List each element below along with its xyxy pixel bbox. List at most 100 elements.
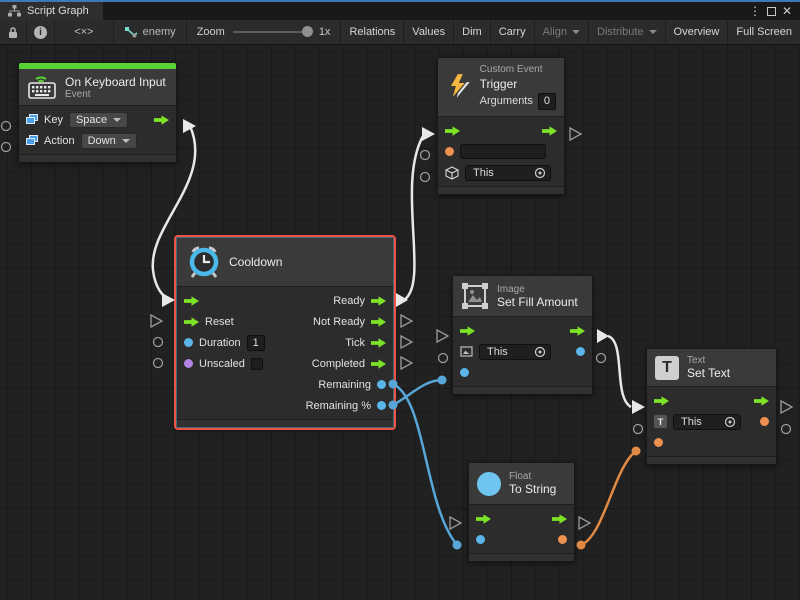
zoom-slider[interactable] <box>233 31 311 33</box>
control-input-port[interactable] <box>460 326 475 336</box>
graph-canvas[interactable]: On Keyboard Input Event Key Space <box>0 45 800 600</box>
close-icon[interactable]: ✕ <box>782 5 792 17</box>
wire-endpoint <box>453 541 462 550</box>
target-picker-icon[interactable] <box>534 167 546 179</box>
node-title: Cooldown <box>229 255 282 269</box>
values-button[interactable]: Values <box>404 20 454 44</box>
node-custom-event-trigger[interactable]: Custom Event Trigger Arguments 0 <box>437 57 565 195</box>
wire-float-to-text[interactable] <box>581 451 636 545</box>
remaining-pct-output-port[interactable] <box>377 401 386 410</box>
target-row: This <box>438 162 564 183</box>
text-value-input-port[interactable] <box>654 438 663 447</box>
port-label: Action <box>44 135 75 147</box>
wire-image-to-text[interactable] <box>608 336 631 407</box>
wire-source-triangle[interactable] <box>396 293 408 307</box>
control-output-port[interactable] <box>552 514 567 524</box>
node-text-set-text[interactable]: T Text Set Text T This <box>646 348 777 465</box>
node-footer <box>647 456 776 464</box>
graph-reference[interactable]: enemy <box>114 20 187 44</box>
tab-script-graph[interactable]: Script Graph <box>0 2 103 20</box>
lock-button[interactable] <box>0 20 27 44</box>
zoom-value: 1x <box>319 26 331 38</box>
duration-value[interactable]: 1 <box>247 335 265 351</box>
control-output-port[interactable] <box>754 396 769 406</box>
target-self-field[interactable]: This <box>465 165 551 181</box>
reset-input-port[interactable] <box>184 317 199 327</box>
carry-button[interactable]: Carry <box>491 20 535 44</box>
target-picker-icon[interactable] <box>724 416 736 428</box>
node-title: Set Fill Amount <box>497 295 578 309</box>
node-category: Text <box>687 355 730 366</box>
wire-source-triangle[interactable] <box>597 329 609 343</box>
image-mini-icon <box>460 346 473 357</box>
wire-cooldown-to-custom-event[interactable] <box>404 136 423 300</box>
unscaled-input-port[interactable] <box>184 359 193 368</box>
relations-button[interactable]: Relations <box>341 20 404 44</box>
node-footer <box>19 154 176 162</box>
wire-source-triangle[interactable] <box>183 119 196 133</box>
window-controls: ⋮ ✕ <box>749 2 800 20</box>
control-output-port[interactable] <box>154 115 169 125</box>
maximize-icon[interactable] <box>767 7 776 16</box>
info-button[interactable]: i <box>27 20 55 44</box>
action-icon <box>26 135 38 146</box>
image-output-port[interactable] <box>576 347 585 356</box>
key-dropdown[interactable]: Space <box>69 112 128 128</box>
edit-code-button[interactable]: <×> <box>55 20 114 44</box>
target-picker-icon[interactable] <box>534 346 546 358</box>
node-float-to-string[interactable]: Float To String <box>468 462 575 562</box>
unscaled-checkbox[interactable] <box>251 358 263 370</box>
node-image-set-fill-amount[interactable]: Image Set Fill Amount Th <box>452 275 593 395</box>
wire-endpoint <box>577 541 586 550</box>
wire-remaining-pct-to-image[interactable] <box>393 380 442 405</box>
node-on-keyboard-input[interactable]: On Keyboard Input Event Key Space <box>18 62 177 163</box>
argument-field[interactable] <box>460 144 546 159</box>
control-input-port[interactable] <box>445 126 460 136</box>
node-category: Custom Event <box>480 64 556 77</box>
window-menu-icon[interactable]: ⋮ <box>749 5 761 17</box>
port-label-tick: Tick <box>345 337 365 349</box>
fill-amount-input-port[interactable] <box>460 368 469 377</box>
remaining-output-port[interactable] <box>377 380 386 389</box>
node-footer <box>453 386 592 394</box>
wire-arrowhead <box>422 127 435 141</box>
dim-button[interactable]: Dim <box>454 20 491 44</box>
zoom-slider-handle[interactable] <box>302 26 313 37</box>
text-output-port[interactable] <box>760 417 769 426</box>
wire-endpoint <box>632 447 641 456</box>
completed-output-port[interactable] <box>371 359 386 369</box>
node-cooldown[interactable]: Cooldown Ready Reset <box>176 237 394 428</box>
target-self-field[interactable]: This <box>673 414 741 430</box>
tick-output-port[interactable] <box>371 338 386 348</box>
control-output-port[interactable] <box>570 326 585 336</box>
arguments-value[interactable]: 0 <box>538 93 556 111</box>
target-row: T This <box>647 411 776 432</box>
target-self-field[interactable]: This <box>479 344 551 360</box>
float-input-port[interactable] <box>476 535 485 544</box>
lock-icon <box>7 26 19 39</box>
zoom-control: Zoom 1x <box>187 20 342 44</box>
node-title: On Keyboard Input <box>65 75 166 89</box>
control-input-port[interactable] <box>476 514 491 524</box>
code-icon: <×> <box>74 26 93 38</box>
chevron-down-icon <box>572 30 580 34</box>
not-ready-output-port[interactable] <box>371 317 386 327</box>
control-input-port[interactable] <box>654 396 669 406</box>
node-title: To String <box>509 482 556 496</box>
fullscreen-button[interactable]: Full Screen <box>728 20 800 44</box>
port-label-remaining-pct: Remaining % <box>306 400 371 412</box>
control-input-port[interactable] <box>184 296 199 306</box>
ready-output-port[interactable] <box>371 296 386 306</box>
string-input-port[interactable] <box>445 147 454 156</box>
string-output-port[interactable] <box>558 535 567 544</box>
wire-remaining-to-float[interactable] <box>393 384 457 545</box>
target-row: This <box>453 341 592 362</box>
control-output-port[interactable] <box>542 126 557 136</box>
overview-button[interactable]: Overview <box>666 20 729 44</box>
action-dropdown[interactable]: Down <box>81 133 137 149</box>
value-row <box>647 432 776 453</box>
duration-input-port[interactable] <box>184 338 193 347</box>
graph-name: enemy <box>143 26 176 38</box>
port-label-duration: Duration <box>199 337 241 349</box>
image-icon <box>461 282 489 310</box>
